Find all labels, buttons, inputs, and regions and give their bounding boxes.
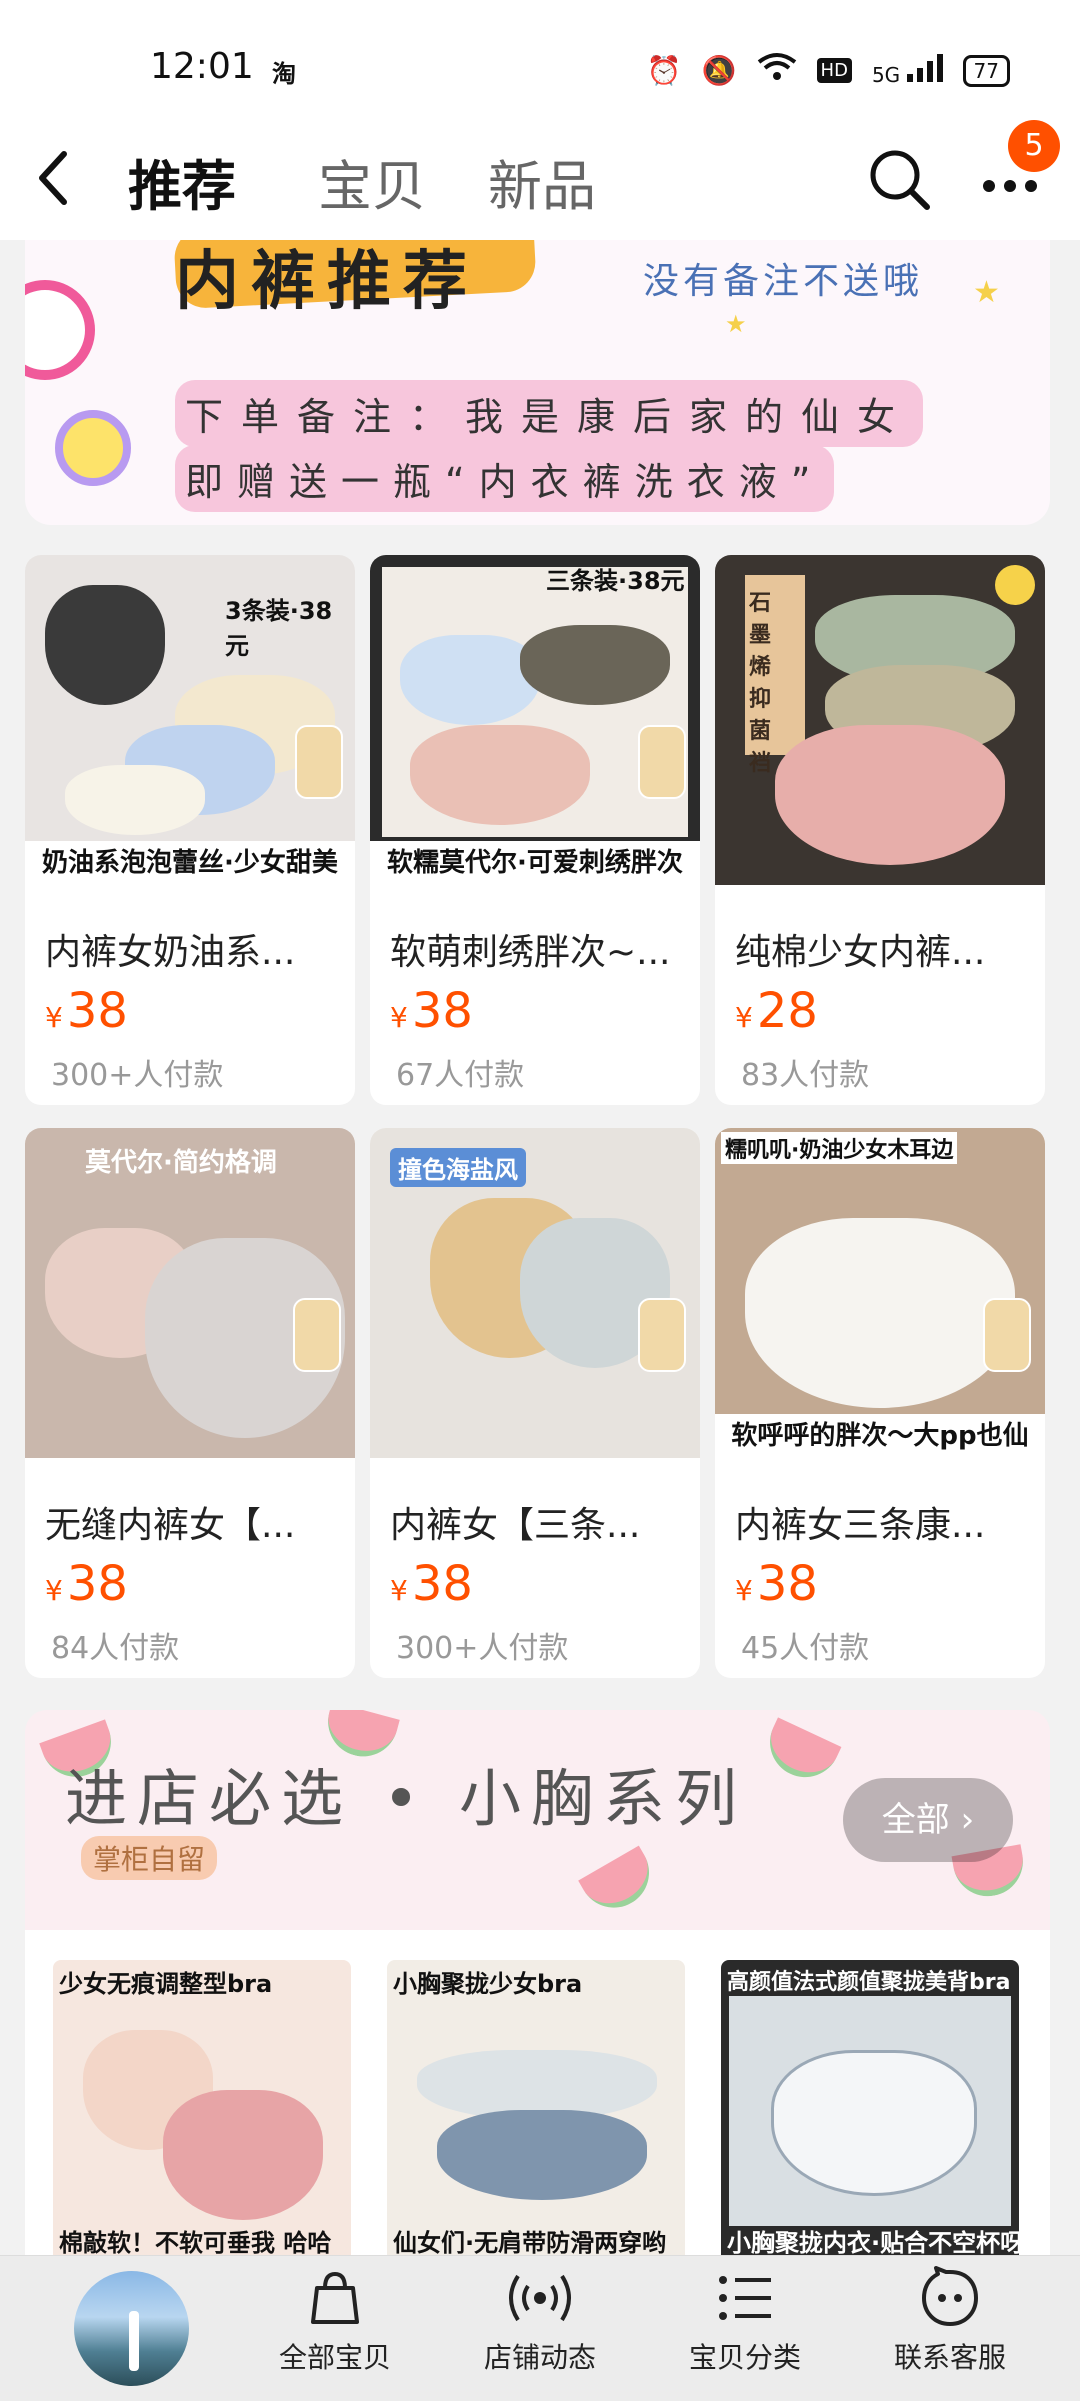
section-subtitle: 掌柜自留 bbox=[81, 1836, 218, 1880]
banner-note-line2: 即赠送一瓶“内衣裤洗衣液” bbox=[175, 445, 835, 512]
product-card[interactable]: 糯叽叽·奶油少女木耳边 软呼呼的胖次～大pp也仙 内裤女三条康... ¥38 4… bbox=[715, 1128, 1045, 1678]
back-button[interactable] bbox=[30, 148, 80, 208]
flower-decoration-icon bbox=[55, 410, 131, 486]
product-image: 糯叽叽·奶油少女木耳边 软呼呼的胖次～大pp也仙 bbox=[715, 1128, 1045, 1458]
shop-avatar[interactable] bbox=[74, 2271, 189, 2386]
product-sold-count: 83人付款 bbox=[741, 1058, 870, 1093]
product-image: 石墨烯抑菌裆 bbox=[715, 555, 1045, 885]
product-caption: 软糯莫代尔·可爱刺绣胖次 bbox=[370, 841, 700, 885]
shop-nav-bar: 推荐 宝贝 新品 5 bbox=[0, 120, 1080, 240]
banner-note-line1: 下单备注：我是康后家的仙女 bbox=[175, 380, 924, 447]
search-button[interactable] bbox=[865, 145, 935, 215]
mute-icon: 🔕 bbox=[701, 54, 737, 87]
status-time: 12:01 bbox=[150, 46, 254, 87]
list-icon bbox=[719, 2276, 771, 2320]
broadcast-icon bbox=[509, 2274, 571, 2322]
product-tag: 撞色海盐风 bbox=[390, 1148, 526, 1187]
banner-note-right: 没有备注不送哦 bbox=[643, 261, 924, 302]
product-price: ¥38 bbox=[735, 1556, 818, 1612]
watermelon-decoration-icon bbox=[758, 1717, 842, 1789]
section-title: 进店必选 • 小胸系列 bbox=[65, 1762, 747, 1835]
product-price: ¥38 bbox=[45, 1556, 128, 1612]
tab-items[interactable]: 宝贝 bbox=[318, 142, 426, 221]
product-sold-count: 84人付款 bbox=[51, 1631, 180, 1666]
product-card[interactable]: 三条装·38元 软糯莫代尔·可爱刺绣胖次 软萌刺绣胖次~... ¥38 67人付… bbox=[370, 555, 700, 1105]
flower-decoration-icon bbox=[25, 280, 95, 380]
bra-product-card[interactable]: 高颜值法式颜值聚拢美背bra 小胸聚拢内衣·贴合不空杯呀 bbox=[721, 1960, 1019, 2260]
product-card[interactable]: 撞色海盐风 内裤女【三条... ¥38 300+人付款 bbox=[370, 1128, 700, 1678]
tab-new[interactable]: 新品 bbox=[488, 142, 596, 221]
tab-recommend[interactable]: 推荐 bbox=[128, 142, 236, 221]
product-card[interactable]: 3条装·38元 奶油系泡泡蕾丝·少女甜美 内裤女奶油系... ¥38 300+人… bbox=[25, 555, 355, 1105]
product-card[interactable]: 石墨烯抑菌裆 纯棉少女内裤... ¥28 83人付款 bbox=[715, 555, 1045, 1105]
bra-card-top-text: 少女无痕调整型bra bbox=[59, 1970, 273, 1998]
product-price: ¥38 bbox=[390, 983, 473, 1039]
product-sold-count: 67人付款 bbox=[396, 1058, 525, 1093]
product-title: 无缝内裤女【... bbox=[45, 1505, 296, 1546]
product-caption: 软呼呼的胖次～大pp也仙 bbox=[715, 1414, 1045, 1458]
product-image: 3条装·38元 奶油系泡泡蕾丝·少女甜美 bbox=[25, 555, 355, 885]
message-count-badge: 5 bbox=[1008, 120, 1060, 172]
categories-label: 宝贝分类 bbox=[688, 2341, 801, 2374]
product-tag: 石墨烯抑菌裆 bbox=[749, 591, 772, 776]
all-items-label: 全部宝贝 bbox=[278, 2341, 391, 2374]
product-tag: 3条装·38元 bbox=[225, 597, 333, 660]
product-card[interactable]: 莫代尔·简约格调 无缝内裤女【... ¥38 84人付款 bbox=[25, 1128, 355, 1678]
product-title: 软萌刺绣胖次~... bbox=[390, 932, 671, 973]
product-caption: 奶油系泡泡蕾丝·少女甜美 bbox=[25, 841, 355, 885]
recommend-banner[interactable]: 内裤推荐 没有备注不送哦 下单备注：我是康后家的仙女 即赠送一瓶“内衣裤洗衣液”… bbox=[25, 240, 1050, 525]
product-image: 莫代尔·简约格调 bbox=[25, 1128, 355, 1458]
product-image: 撞色海盐风 bbox=[370, 1128, 700, 1458]
product-sold-count: 45人付款 bbox=[741, 1631, 870, 1666]
status-icons: ⏰ 🔕 HD 5G 77 bbox=[647, 52, 1010, 89]
product-sold-count: 300+人付款 bbox=[396, 1631, 569, 1666]
bra-card-top-text: 高颜值法式颜值聚拢美背bra bbox=[727, 1970, 1011, 1995]
star-icon: ★ bbox=[725, 310, 747, 338]
signal-icon: 5G bbox=[872, 54, 943, 87]
bra-card-bottom-text: 棉敲软！不软可垂我 哈哈 bbox=[59, 2229, 332, 2257]
product-title: 内裤女奶油系... bbox=[45, 932, 296, 973]
network-type: 5G bbox=[871, 63, 901, 87]
bra-product-card[interactable]: 少女无痕调整型bra 棉敲软！不软可垂我 哈哈 bbox=[53, 1960, 351, 2260]
product-price: ¥28 bbox=[735, 983, 818, 1039]
shop-feed-button[interactable]: 店铺动态 bbox=[460, 2266, 620, 2396]
bra-card-bottom-text: 仙女们·无肩带防滑两穿哟 bbox=[393, 2229, 667, 2257]
customer-service-label: 联系客服 bbox=[893, 2341, 1006, 2374]
all-items-button[interactable]: 全部宝贝 bbox=[255, 2266, 415, 2396]
small-bust-section-header: 进店必选 • 小胸系列 掌柜自留 全部 › bbox=[25, 1710, 1050, 1930]
product-tag: 糯叽叽·奶油少女木耳边 bbox=[721, 1132, 958, 1164]
watermelon-decoration-icon bbox=[578, 1845, 662, 1921]
product-image: 三条装·38元 软糯莫代尔·可爱刺绣胖次 bbox=[370, 555, 700, 885]
wifi-icon bbox=[757, 52, 797, 89]
status-bar: 12:01 淘 ⏰ 🔕 HD 5G 77 bbox=[0, 0, 1080, 140]
product-title: 内裤女三条康... bbox=[735, 1505, 986, 1546]
battery-icon: 77 bbox=[962, 54, 1010, 87]
product-price: ¥38 bbox=[45, 983, 128, 1039]
hd-icon: HD bbox=[816, 58, 852, 83]
view-all-button[interactable]: 全部 › bbox=[843, 1778, 1013, 1862]
bra-product-card[interactable]: 小胸聚拢少女bra 仙女们·无肩带防滑两穿哟 bbox=[387, 1960, 685, 2260]
star-icon: ★ bbox=[973, 275, 1000, 310]
chat-face-icon bbox=[922, 2266, 978, 2326]
product-tag: 三条装·38元 bbox=[546, 567, 685, 595]
product-title: 内裤女【三条... bbox=[390, 1505, 641, 1546]
bag-icon bbox=[311, 2271, 359, 2324]
alarm-icon: ⏰ bbox=[646, 54, 682, 87]
banner-heading: 内裤推荐 bbox=[175, 245, 479, 319]
categories-button[interactable]: 宝贝分类 bbox=[665, 2266, 825, 2396]
bra-product-strip: 少女无痕调整型bra 棉敲软！不软可垂我 哈哈 小胸聚拢少女bra 仙女们·无肩… bbox=[25, 1930, 1050, 2260]
product-sold-count: 300+人付款 bbox=[51, 1058, 224, 1093]
product-tag: 莫代尔·简约格调 bbox=[85, 1148, 277, 1178]
bra-card-bottom-text: 小胸聚拢内衣·贴合不空杯呀 bbox=[727, 2229, 1019, 2257]
shop-feed-label: 店铺动态 bbox=[483, 2341, 596, 2374]
taobao-notification-icon: 淘 bbox=[272, 60, 296, 88]
bra-card-top-text: 小胸聚拢少女bra bbox=[393, 1970, 583, 1998]
shop-bottom-bar: 全部宝贝 店铺动态 宝贝分类 联系客服 bbox=[0, 2255, 1080, 2401]
product-price: ¥38 bbox=[390, 1556, 473, 1612]
customer-service-button[interactable]: 联系客服 bbox=[870, 2266, 1030, 2396]
product-title: 纯棉少女内裤... bbox=[735, 932, 986, 973]
